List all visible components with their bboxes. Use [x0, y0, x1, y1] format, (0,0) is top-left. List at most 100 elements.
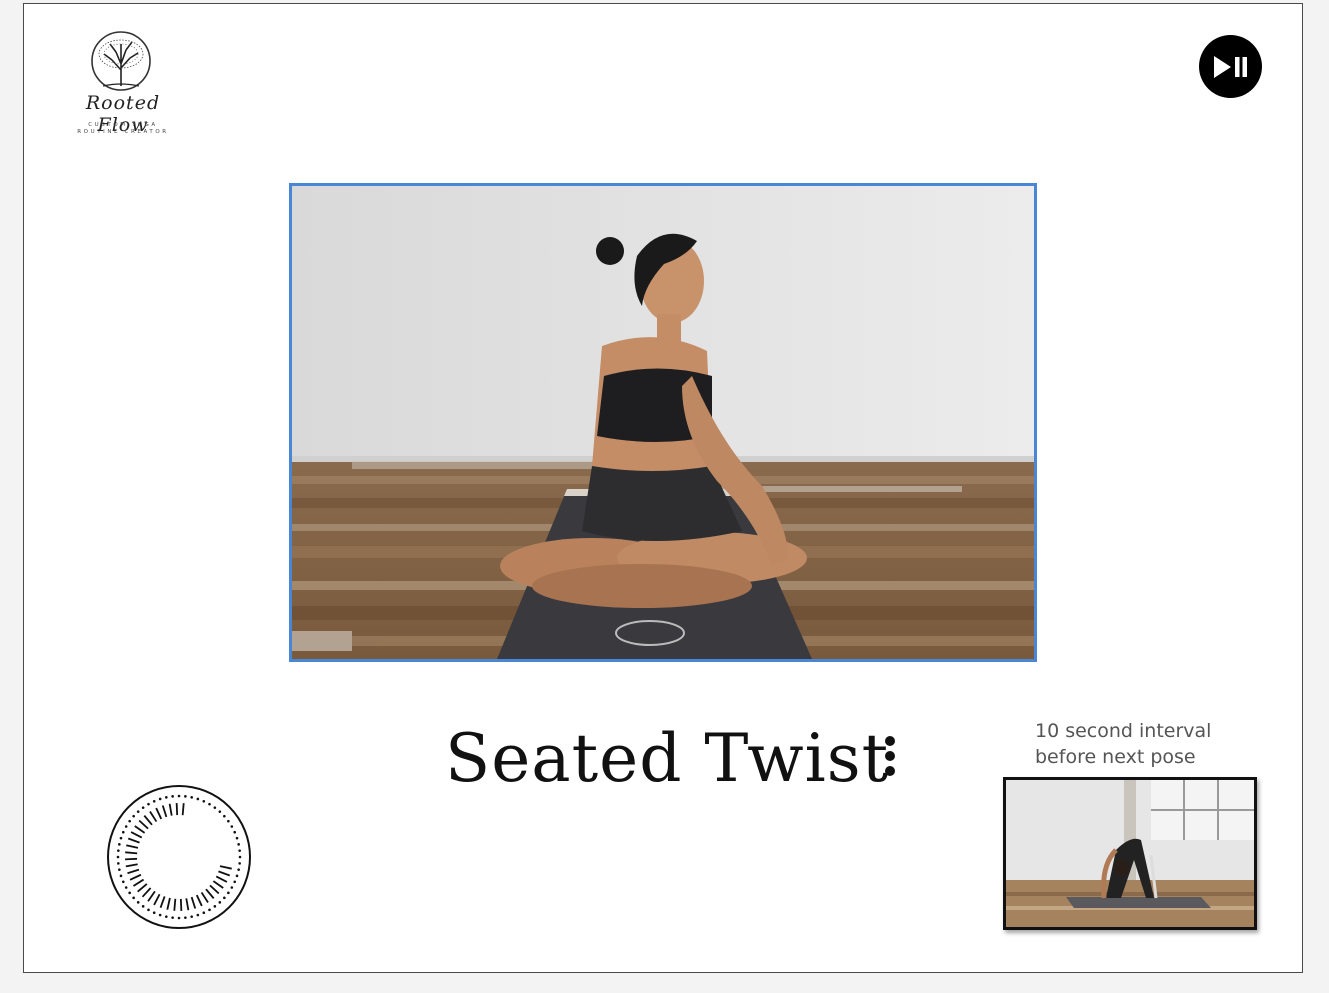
- play-pause-icon: [1213, 55, 1247, 78]
- interval-line-2: before next pose: [1035, 746, 1196, 768]
- timer-dot: [202, 799, 206, 803]
- timer-tick: [125, 863, 138, 868]
- timer-dot: [165, 796, 168, 799]
- timer-dot: [152, 799, 156, 803]
- timer-tick: [175, 803, 179, 816]
- tree-logo-icon: [91, 31, 151, 91]
- timer-tick: [212, 880, 224, 889]
- timer-dot: [190, 796, 193, 799]
- timer-dot: [141, 806, 145, 809]
- timer-dot: [152, 911, 156, 915]
- ellipsis-dot: [885, 751, 895, 761]
- timer-dot: [121, 830, 125, 834]
- next-pose-thumbnail[interactable]: [1003, 777, 1257, 930]
- timer-tick: [159, 896, 166, 909]
- timer-dot: [141, 905, 145, 908]
- next-pose-photo: [1006, 780, 1254, 927]
- timer-dot: [136, 810, 140, 813]
- timer-dot: [132, 814, 135, 818]
- timer-dot: [147, 908, 150, 912]
- timer-dot: [177, 794, 181, 798]
- timer-dot: [147, 802, 150, 806]
- timer-dot: [196, 913, 200, 917]
- timer-tick: [129, 873, 142, 881]
- timer-tick: [141, 887, 152, 898]
- pose-options-button[interactable]: [880, 736, 900, 786]
- timer-tick: [149, 810, 158, 823]
- timer-dot: [128, 891, 131, 895]
- timer-dot: [132, 896, 135, 900]
- timer-tick: [218, 870, 231, 877]
- timer-tick: [195, 894, 203, 907]
- timer-tick: [185, 898, 190, 911]
- timer-dot: [238, 862, 241, 865]
- timer-dot: [128, 819, 131, 823]
- timer-tick: [161, 805, 168, 818]
- timer-dot: [196, 797, 200, 801]
- interval-line-1: 10 second interval: [1035, 720, 1212, 742]
- seated-twist-photo: [292, 186, 1034, 659]
- timer-dot: [121, 880, 125, 884]
- timer-tick: [179, 898, 183, 911]
- timer-dot: [227, 819, 230, 823]
- timer-dot: [124, 825, 128, 828]
- timer-tick: [168, 803, 173, 816]
- timer-dot: [223, 814, 226, 818]
- timer-dot: [218, 901, 222, 904]
- timer-dot: [136, 901, 140, 904]
- timer-dot: [118, 868, 121, 871]
- timer-dot: [158, 913, 162, 917]
- timer-tick: [173, 898, 177, 911]
- timer-tick: [143, 815, 153, 826]
- timer-dot: [119, 836, 123, 840]
- timer-dot: [233, 880, 237, 884]
- timer-dot: [233, 830, 237, 834]
- timer-dot: [237, 868, 240, 871]
- timer-dot: [213, 806, 217, 809]
- timer-tick: [125, 857, 138, 861]
- timer-tick: [166, 897, 171, 910]
- timer-dot: [208, 908, 211, 912]
- pose-title: Seated Twist: [445, 720, 890, 797]
- timer-dot: [230, 886, 234, 889]
- timer-tick: [209, 884, 220, 895]
- timer-dot: [116, 855, 120, 859]
- countdown-timer: [106, 784, 252, 930]
- timer-tick: [138, 819, 149, 830]
- timer-tick: [127, 837, 140, 844]
- timer-tick: [153, 893, 161, 906]
- timer-dot: [158, 797, 162, 801]
- timer-tick: [200, 891, 209, 904]
- timer-dot: [238, 849, 241, 852]
- timer-tick: [181, 803, 185, 816]
- timer-dot: [213, 905, 217, 908]
- timer-dot: [208, 802, 211, 806]
- timer-tick: [126, 844, 139, 849]
- timer-tick: [132, 878, 145, 887]
- vertical-ellipsis-icon: [885, 736, 895, 746]
- timer-dot: [117, 849, 120, 852]
- timer-dot: [202, 911, 206, 915]
- timer-tick: [219, 865, 232, 870]
- timer-tick: [147, 890, 156, 902]
- timer-dot: [190, 915, 193, 918]
- timer-tick: [127, 868, 140, 875]
- timer-tick: [190, 896, 197, 909]
- timer-dot: [235, 874, 239, 878]
- timer-dot: [184, 916, 187, 919]
- pose-image: [289, 183, 1037, 662]
- timer-tick: [215, 875, 228, 883]
- timer-dot: [218, 810, 222, 813]
- brand-logo: Rooted Flow CUSTOM YOGA ROUTINE CREATOR: [58, 30, 188, 140]
- timer-dot: [223, 896, 226, 900]
- timer-tick: [205, 888, 215, 899]
- timer-dot: [237, 843, 240, 846]
- play-pause-button[interactable]: [1199, 35, 1262, 98]
- timer-dot: [227, 891, 230, 895]
- timer-dot: [177, 916, 181, 920]
- timer-dot: [165, 915, 168, 918]
- timer-dot: [238, 855, 242, 859]
- timer-dot: [119, 874, 123, 878]
- timer-dot: [230, 825, 234, 828]
- timer-tick: [155, 807, 163, 820]
